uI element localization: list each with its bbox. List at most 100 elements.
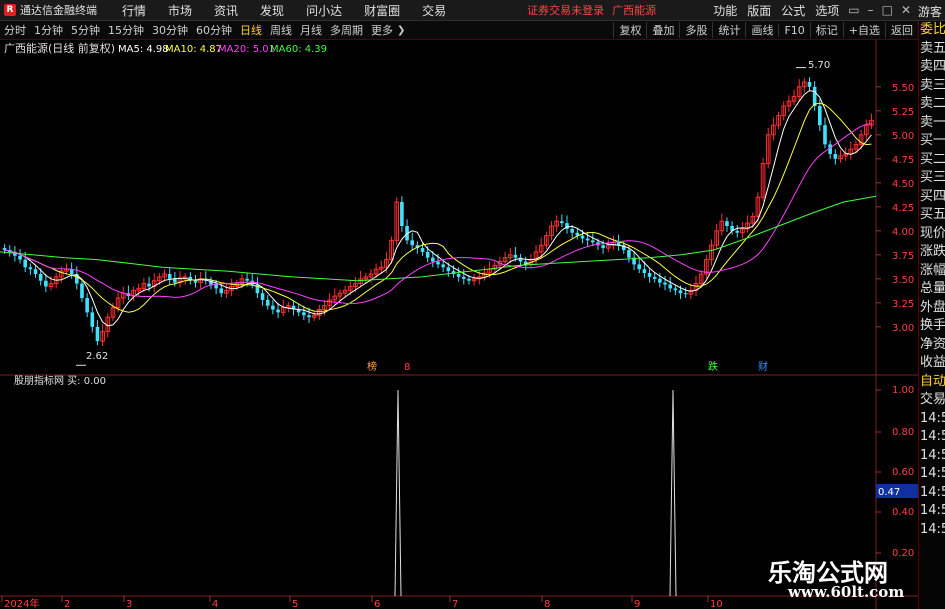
guest-label[interactable]: 游客 [918,3,942,20]
btn-zixuan[interactable]: +自选 [842,22,885,38]
buy-signal-spike[interactable] [394,389,402,597]
panel-zhangdie[interactable]: 涨跌 [919,243,945,262]
candle-body[interactable] [436,261,440,265]
candle-body[interactable] [678,290,683,294]
btn-fuquan[interactable]: 复权 [613,22,646,38]
period-monthly[interactable]: 月线 [300,22,322,38]
candle-body[interactable] [271,305,275,310]
candle-body[interactable] [33,269,38,274]
candle-body[interactable] [302,312,306,316]
period-daily[interactable]: 日线 [240,22,262,38]
chevron-right-icon[interactable]: ❯ [397,25,405,36]
period-fenshi[interactable]: 分时 [4,22,26,38]
period-60min[interactable]: 60分钟 [196,22,232,38]
btn-f10[interactable]: F10 [778,23,809,37]
menu-zixun[interactable]: 资讯 [214,2,238,19]
panel-zhangfu[interactable]: 涨幅 [919,262,945,281]
btn-huaxian[interactable]: 画线 [745,22,778,38]
panel-sell3[interactable]: 卖三 [919,77,945,96]
candle-body[interactable] [219,288,224,294]
candle-body[interactable] [23,259,28,268]
btn-duogu[interactable]: 多股 [679,22,712,38]
candle-body[interactable] [2,248,7,250]
candle-body[interactable] [642,269,647,274]
menu-jiaoyi[interactable]: 交易 [422,2,446,19]
panel-buy5[interactable]: 买五 [919,206,945,225]
panel-sell2[interactable]: 卖二 [919,95,945,114]
buy-signal-spike[interactable] [669,389,677,597]
btn-fanhui[interactable]: 返回 [885,22,918,38]
panel-jingzi[interactable]: 净资 [919,336,945,355]
candle-body[interactable] [38,274,43,281]
login-notice[interactable]: 证券交易未登录 [527,2,604,18]
panel-zongliang[interactable]: 总量 [919,280,945,299]
candle-body[interactable] [265,299,270,306]
period-1min[interactable]: 1分钟 [34,22,63,38]
candle-body[interactable] [658,278,662,283]
candle-body[interactable] [18,255,22,260]
period-weekly[interactable]: 周线 [270,22,292,38]
panel-shouyi[interactable]: 收益 [919,354,945,373]
candle-body[interactable] [193,280,198,283]
menu-faxian[interactable]: 发现 [260,2,284,19]
candle-body[interactable] [647,273,652,277]
candle-body[interactable] [425,251,430,258]
candle-body[interactable] [245,278,249,281]
candle-body[interactable] [823,125,827,145]
panel-xianjia[interactable]: 现价 [919,225,945,244]
panel-jiaoyi[interactable]: 交易 [919,391,945,410]
candle-body[interactable] [833,154,838,159]
candle-body[interactable] [807,82,812,87]
menu-caifuquan[interactable]: 财富圈 [364,2,400,19]
menu-banmian[interactable]: 版面 [747,2,771,19]
candle-body[interactable] [627,250,631,258]
candle-body[interactable] [410,240,415,246]
candle-body[interactable] [214,284,218,289]
panel-huanshou[interactable]: 换手 [919,317,945,336]
panel-buy1[interactable]: 买一 [919,132,945,151]
candle-body[interactable] [663,282,667,285]
candle-body[interactable] [725,221,729,226]
candle-body[interactable] [560,221,564,224]
candle-body[interactable] [590,240,595,243]
candle-body[interactable] [147,283,151,287]
panel-sell4[interactable]: 卖四 [919,58,945,77]
candle-body[interactable] [446,267,451,272]
menu-hangqing[interactable]: 行情 [122,2,146,19]
menu-wenxiaoda[interactable]: 问小达 [306,2,342,19]
candle-body[interactable] [585,238,590,241]
btn-biaoji[interactable]: 标记 [809,22,843,38]
stock-tab[interactable]: 广西能源 [612,2,656,18]
candle-body[interactable] [668,284,672,289]
candle-body[interactable] [173,278,177,283]
menu-gongneng[interactable]: 功能 [713,2,737,19]
period-multi[interactable]: 多周期 [330,22,363,38]
btn-diejia[interactable]: 叠加 [646,22,679,38]
candle-body[interactable] [580,235,585,239]
panel-sell1[interactable]: 卖一 [919,114,945,133]
kline-chart[interactable]: 5.50 5.25 5.00 4.75 4.50 4.25 4.00 3.75 3.50 3.25… [0,40,918,609]
candle-body[interactable] [461,276,466,279]
candle-body[interactable] [812,86,817,106]
candle-body[interactable] [456,274,461,277]
candle-body[interactable] [735,230,740,233]
period-30min[interactable]: 30分钟 [152,22,188,38]
restore-icon[interactable]: ▭ [848,3,859,17]
btn-tongji[interactable]: 统计 [712,22,745,38]
maximize-icon[interactable]: □ [882,3,893,17]
minimize-icon[interactable]: – [868,3,874,17]
candle-body[interactable] [818,106,822,126]
menu-xuanxiang[interactable]: 选项 [815,2,839,19]
period-more[interactable]: 更多 [371,22,393,38]
candle-body[interactable] [441,264,445,268]
candle-body[interactable] [276,309,280,313]
panel-weibi[interactable]: 委比 [919,21,945,40]
candle-body[interactable] [95,326,100,342]
panel-buy3[interactable]: 买三 [919,169,945,188]
period-5min[interactable]: 5分钟 [71,22,100,38]
panel-sell5[interactable]: 卖五 [919,40,945,59]
candle-body[interactable] [652,276,657,279]
candle-body[interactable] [44,280,48,287]
candle-body[interactable] [570,228,574,233]
candle-body[interactable] [307,315,311,318]
